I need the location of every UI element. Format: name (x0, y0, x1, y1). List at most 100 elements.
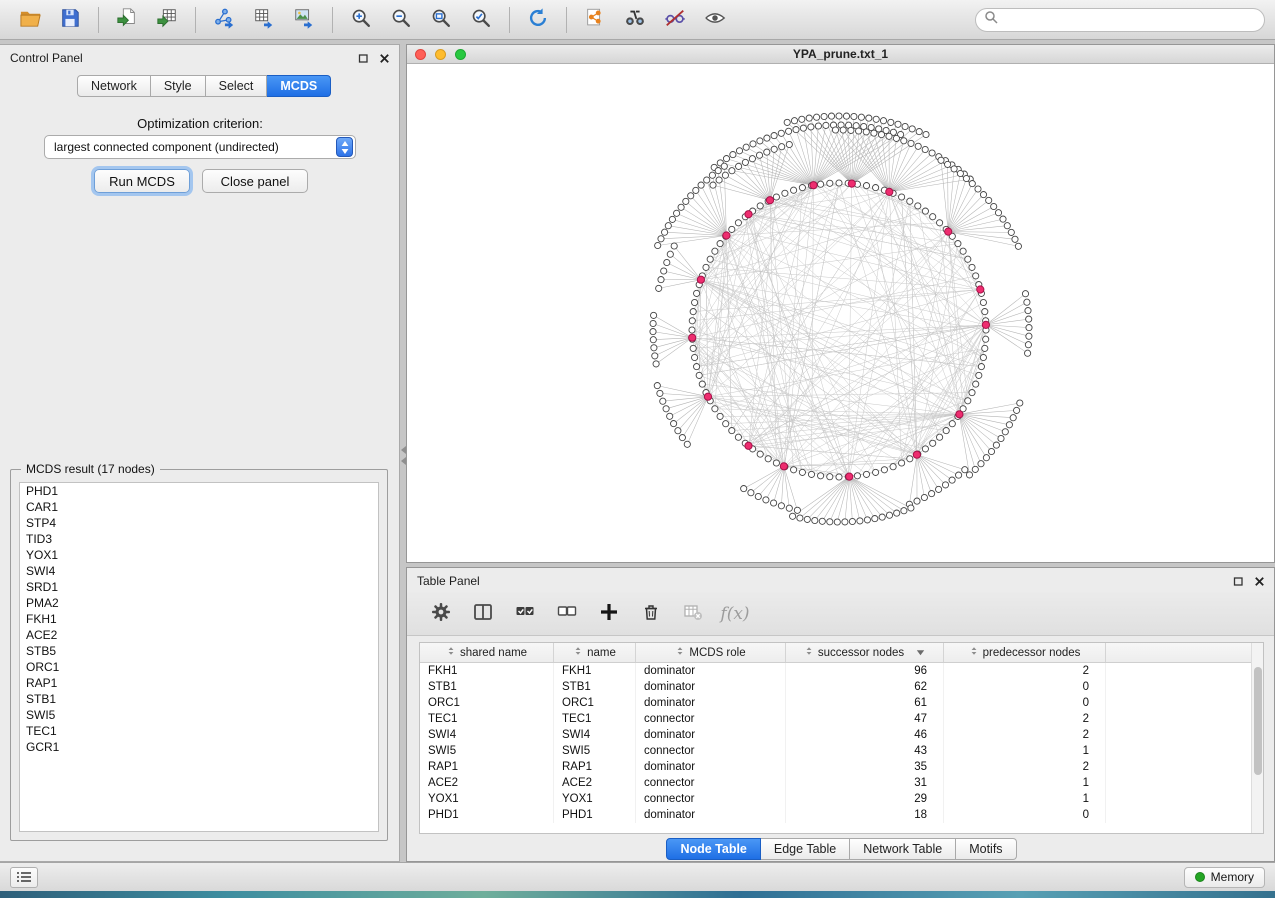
mcds-list-item[interactable]: ORC1 (20, 659, 378, 675)
export-network-button[interactable] (204, 3, 244, 37)
float-panel-icon[interactable] (357, 52, 370, 65)
table-cell: 2 (944, 759, 1106, 775)
delete-entry-icon (641, 602, 661, 625)
table-row[interactable]: ACE2ACE2connector311 (420, 775, 1263, 791)
table-row[interactable]: STB1STB1dominator620 (420, 679, 1263, 695)
network-window-titlebar[interactable]: YPA_prune.txt_1 (407, 45, 1274, 64)
table-cell: 43 (786, 743, 944, 759)
tab-edge-table[interactable]: Edge Table (761, 838, 850, 860)
memory-label: Memory (1211, 870, 1254, 884)
select-all-button[interactable] (509, 598, 541, 630)
zoom-in-button[interactable] (341, 3, 381, 37)
tab-style[interactable]: Style (151, 75, 206, 97)
import-network-file-button[interactable] (107, 3, 147, 37)
network-graph[interactable] (407, 64, 1274, 562)
table-row[interactable]: ORC1ORC1dominator610 (420, 695, 1263, 711)
column-header-label: shared name (460, 647, 527, 659)
mcds-list-item[interactable]: PHD1 (20, 483, 378, 499)
mcds-list-item[interactable]: STB5 (20, 643, 378, 659)
column-header-MCDS-role[interactable]: MCDS role (636, 643, 786, 662)
table-cell: connector (636, 743, 786, 759)
find-binoculars-button[interactable] (615, 3, 655, 37)
table-cell: RAP1 (420, 759, 554, 775)
status-list-button[interactable] (10, 867, 38, 888)
function-builder-button[interactable]: f(x) (719, 598, 751, 630)
toolbar-divider (509, 7, 510, 33)
search-input[interactable] (1003, 13, 1256, 27)
table-cell: STB1 (420, 679, 554, 695)
table-cell: dominator (636, 663, 786, 679)
close-panel-icon[interactable] (1253, 575, 1266, 588)
criterion-dropdown[interactable]: largest connected component (undirected) (44, 135, 356, 159)
sort-direction-icon[interactable] (916, 647, 925, 659)
search-icon (984, 10, 998, 29)
open-folder-button[interactable] (10, 3, 50, 37)
tab-node-table[interactable]: Node Table (666, 838, 760, 860)
tab-select[interactable]: Select (206, 75, 268, 97)
table-row[interactable]: SWI5SWI5connector431 (420, 743, 1263, 759)
delete-table-button[interactable] (677, 598, 709, 630)
share-document-button[interactable] (575, 3, 615, 37)
mcds-list-item[interactable]: STP4 (20, 515, 378, 531)
mcds-list-item[interactable]: STB1 (20, 691, 378, 707)
delete-entry-button[interactable] (635, 598, 667, 630)
table-row[interactable]: TEC1TEC1connector472 (420, 711, 1263, 727)
hide-glasses-button[interactable] (655, 3, 695, 37)
column-header-predecessor-nodes[interactable]: predecessor nodes (944, 643, 1106, 662)
table-row[interactable]: YOX1YOX1connector291 (420, 791, 1263, 807)
mcds-list-item[interactable]: SWI4 (20, 563, 378, 579)
search-field[interactable] (975, 8, 1265, 32)
mcds-list-item[interactable]: SRD1 (20, 579, 378, 595)
settings-gear-button[interactable] (425, 598, 457, 630)
mcds-result-list[interactable]: PHD1CAR1STP4TID3YOX1SWI4SRD1PMA2FKH1ACE2… (19, 482, 379, 832)
export-table-button[interactable] (244, 3, 284, 37)
splitter-collapse-icon[interactable] (401, 457, 406, 465)
column-header-shared-name[interactable]: shared name (420, 643, 554, 662)
sort-icon (675, 646, 685, 659)
export-image-button[interactable] (284, 3, 324, 37)
mcds-list-item[interactable]: YOX1 (20, 547, 378, 563)
tab-network[interactable]: Network (77, 75, 151, 97)
tab-network-table[interactable]: Network Table (850, 838, 956, 860)
table-row[interactable]: PHD1PHD1dominator180 (420, 807, 1263, 823)
mcds-list-item[interactable]: ACE2 (20, 627, 378, 643)
zoom-out-button[interactable] (381, 3, 421, 37)
table-row[interactable]: FKH1FKH1dominator962 (420, 663, 1263, 679)
mcds-list-item[interactable]: PMA2 (20, 595, 378, 611)
table-scrollbar[interactable] (1251, 643, 1263, 833)
add-entry-button[interactable] (593, 598, 625, 630)
scrollbar-thumb[interactable] (1254, 667, 1262, 775)
zoom-selected-button[interactable] (461, 3, 501, 37)
refresh-layout-button[interactable] (518, 3, 558, 37)
close-panel-button[interactable]: Close panel (202, 169, 308, 193)
run-mcds-button[interactable]: Run MCDS (94, 169, 190, 193)
float-panel-icon[interactable] (1232, 575, 1245, 588)
memory-button[interactable]: Memory (1184, 867, 1265, 888)
mcds-list-item[interactable]: TID3 (20, 531, 378, 547)
mcds-list-item[interactable]: TEC1 (20, 723, 378, 739)
table-row[interactable]: RAP1RAP1dominator352 (420, 759, 1263, 775)
show-eye-button[interactable] (695, 3, 735, 37)
zoom-fit-button[interactable] (421, 3, 461, 37)
tab-motifs[interactable]: Motifs (956, 838, 1016, 860)
status-bar: Memory (0, 862, 1275, 891)
table-row[interactable]: SWI4SWI4dominator462 (420, 727, 1263, 743)
column-header-successor-nodes[interactable]: successor nodes (786, 643, 944, 662)
mcds-result-group: MCDS result (17 nodes) PHD1CAR1STP4TID3Y… (10, 469, 388, 841)
column-header-name[interactable]: name (554, 643, 636, 662)
column-layout-button[interactable] (467, 598, 499, 630)
deselect-all-button[interactable] (551, 598, 583, 630)
save-button[interactable] (50, 3, 90, 37)
mcds-list-item[interactable]: CAR1 (20, 499, 378, 515)
mcds-list-item[interactable]: GCR1 (20, 739, 378, 755)
splitter-collapse-icon[interactable] (401, 446, 406, 454)
close-panel-icon[interactable] (378, 52, 391, 65)
mcds-list-item[interactable]: FKH1 (20, 611, 378, 627)
tab-mcds[interactable]: MCDS (267, 75, 331, 97)
mcds-list-item[interactable]: SWI5 (20, 707, 378, 723)
column-header-label: predecessor nodes (983, 647, 1081, 659)
memory-status-icon (1195, 872, 1205, 882)
import-table-file-button[interactable] (147, 3, 187, 37)
table-cell: SWI5 (554, 743, 636, 759)
mcds-list-item[interactable]: RAP1 (20, 675, 378, 691)
